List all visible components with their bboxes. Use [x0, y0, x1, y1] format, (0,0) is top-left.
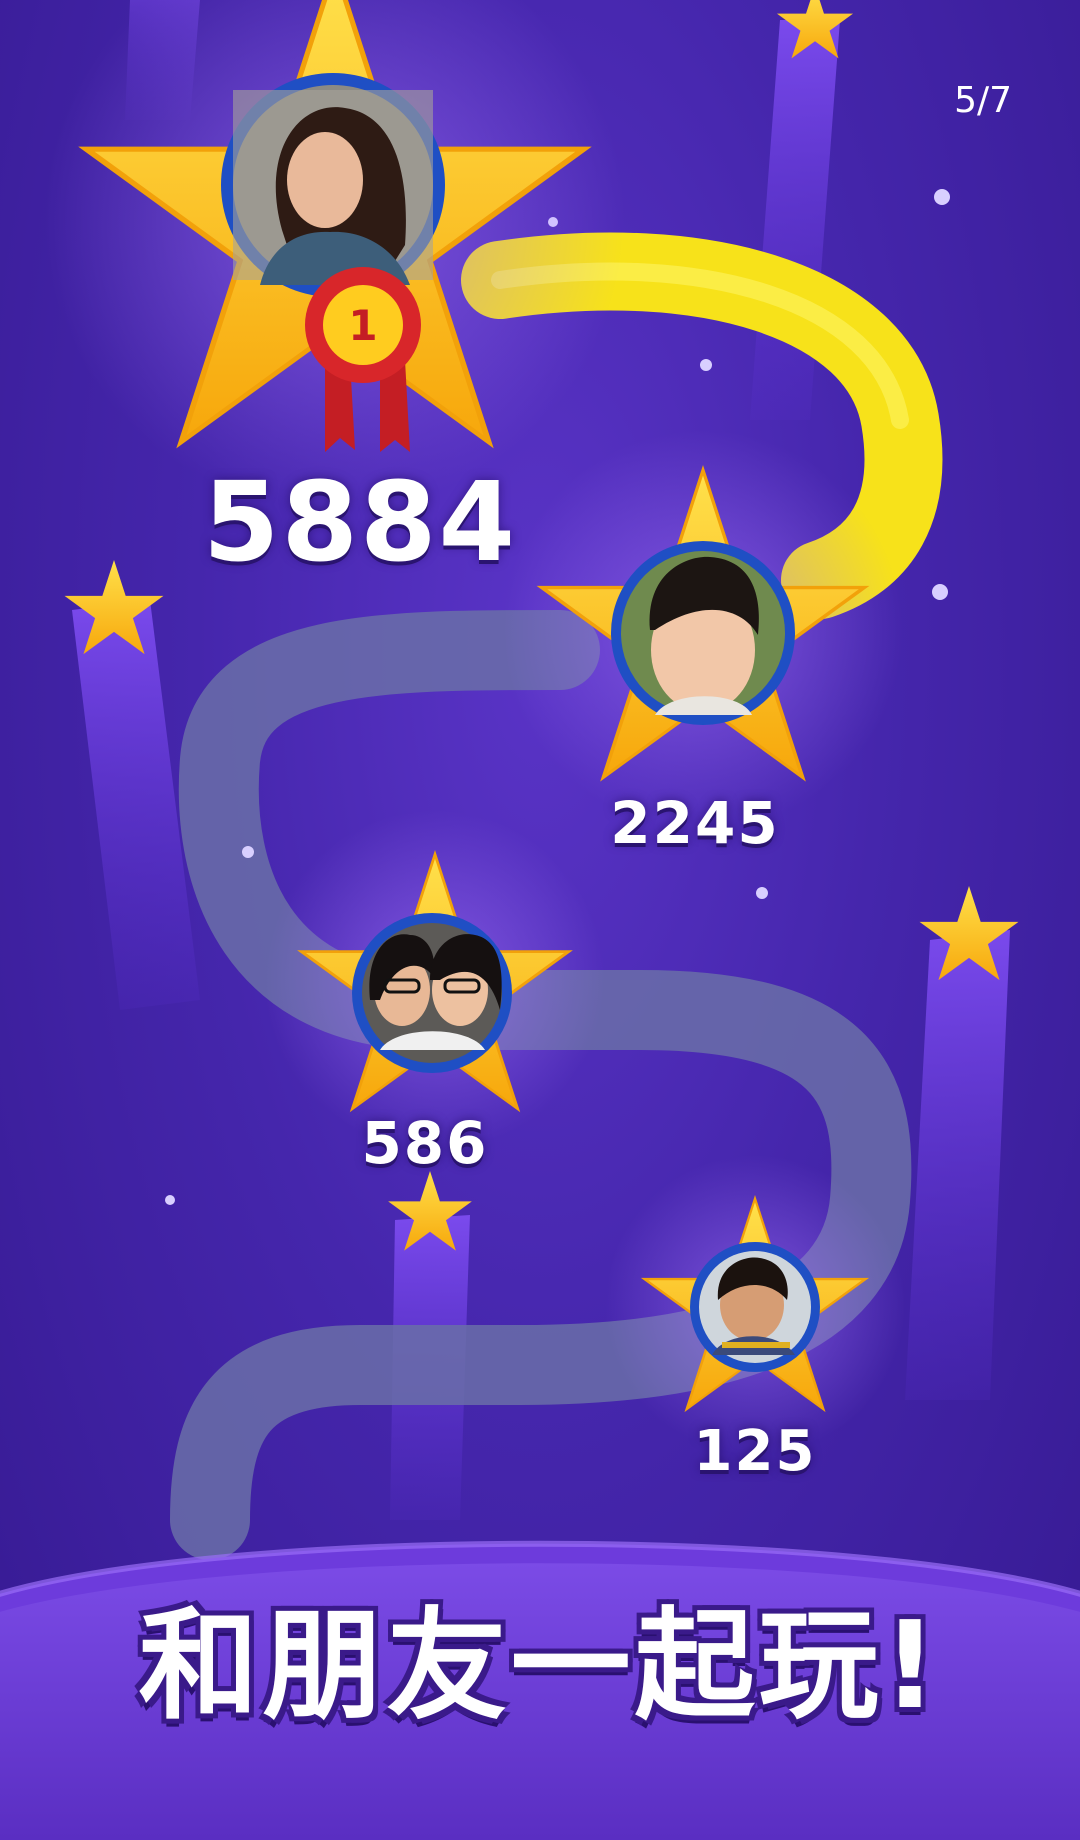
player-star-3[interactable] — [265, 810, 605, 1150]
player-score-1: 5884 — [202, 458, 518, 586]
game-screen: 1 5/7 5884 2245 586 125 和朋友一起玩! — [0, 0, 1080, 1840]
two-girls-avatar — [352, 913, 512, 1073]
toddler-avatar — [690, 1242, 820, 1372]
boy-avatar — [611, 541, 795, 725]
woman-avatar — [221, 73, 445, 297]
player-star-4[interactable] — [605, 1155, 905, 1455]
player-score-3: 586 — [361, 1109, 489, 1177]
page-indicator: 5/7 — [954, 80, 1012, 121]
banner-title: 和朋友一起玩! — [138, 1597, 942, 1736]
game-board: 1 — [0, 0, 1080, 1840]
rank-badge-label: 1 — [348, 301, 377, 350]
player-score-4: 125 — [693, 1419, 817, 1484]
player-star-1[interactable]: 1 — [45, 0, 625, 510]
player-score-2: 2245 — [610, 789, 780, 857]
player-star-2[interactable] — [503, 430, 903, 830]
